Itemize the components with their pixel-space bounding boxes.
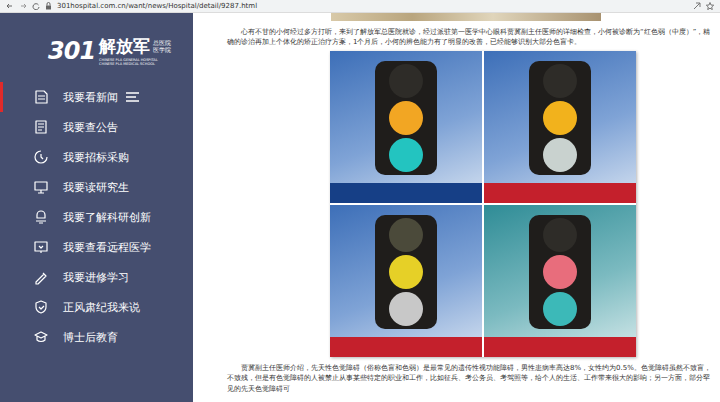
sidebar-item[interactable]: 我要看新闻: [0, 82, 193, 112]
logo-text: 解放军总医院医学院 CHINESE PLA GENERAL HOSPITALCHI…: [99, 35, 171, 66]
logo-sub: 总医院医学院: [153, 40, 171, 53]
article: 心有不甘的小何经过多方打听，来到了解放军总医院就诊，经过派驻第一医学中心眼科贾冀…: [193, 13, 720, 402]
list-icon: [126, 92, 139, 102]
article-image: [330, 51, 636, 357]
logo-english: CHINESE PLA MEDICAL SCHOOL: [99, 62, 171, 66]
logo-name: 解放军: [99, 35, 150, 58]
image-panel: [330, 205, 482, 357]
logo[interactable]: 301解放军总医院医学院 CHINESE PLA GENERAL HOSPITAL…: [0, 13, 193, 66]
menu-item-icon: [33, 329, 49, 345]
article-paragraph: 心有不甘的小何经过多方打听，来到了解放军总医院就诊，经过派驻第一医学中心眼科贾冀…: [227, 27, 714, 47]
sidebar-item[interactable]: 我要了解科研创新: [0, 202, 193, 232]
menu-item-icon: [33, 89, 49, 105]
browser-address-bar: 301hospital.com.cn/want/news/Hospital/de…: [0, 0, 720, 13]
forward-icon[interactable]: [19, 2, 27, 10]
sidebar-item[interactable]: 我要查看远程医学: [0, 232, 193, 262]
sidebar-item[interactable]: 博士后教育: [0, 322, 193, 352]
reload-icon[interactable]: [32, 2, 40, 10]
sidebar-item[interactable]: 我要读研究生: [0, 172, 193, 202]
share-icon[interactable]: [693, 2, 701, 10]
menu-item-icon: [33, 149, 49, 165]
sidebar-item[interactable]: 我要招标采购: [0, 142, 193, 172]
sidebar-item[interactable]: 我要进修学习: [0, 262, 193, 292]
sidebar-menu: 我要看新闻我要查公告我要招标采购我要读研究生我要了解科研创新我要查看远程医学我要…: [0, 66, 193, 352]
logo-number: 301: [48, 37, 95, 65]
page: 301hospital.com.cn/want/news/Hospital/de…: [0, 0, 720, 402]
menu-item-icon: [33, 179, 49, 195]
star-icon[interactable]: [706, 2, 714, 10]
menu-item-icon: [33, 239, 49, 255]
image-panel: [484, 205, 636, 357]
sidebar-item[interactable]: 正风肃纪我来说: [0, 292, 193, 322]
image-panel: [330, 51, 482, 203]
menu-item-icon: [33, 269, 49, 285]
menu-item-icon: [33, 119, 49, 135]
image-panel: [484, 51, 636, 203]
back-icon[interactable]: [6, 2, 14, 10]
menu-item-icon: [33, 299, 49, 315]
article-paragraph: 贾冀副主任医师介绍，先天性色觉障碍（俗称色盲和色弱）是最常见的遗传性视功能障碍，…: [227, 363, 714, 393]
menu-item-icon: [33, 209, 49, 225]
top-image: [331, 13, 601, 21]
lock-icon: [45, 2, 52, 10]
sidebar: 301解放军总医院医学院 CHINESE PLA GENERAL HOSPITAL…: [0, 13, 193, 402]
logo-english: CHINESE PLA GENERAL HOSPITAL: [99, 58, 171, 62]
url-text[interactable]: 301hospital.com.cn/want/news/Hospital/de…: [57, 2, 688, 10]
sidebar-item[interactable]: 我要查公告: [0, 112, 193, 142]
